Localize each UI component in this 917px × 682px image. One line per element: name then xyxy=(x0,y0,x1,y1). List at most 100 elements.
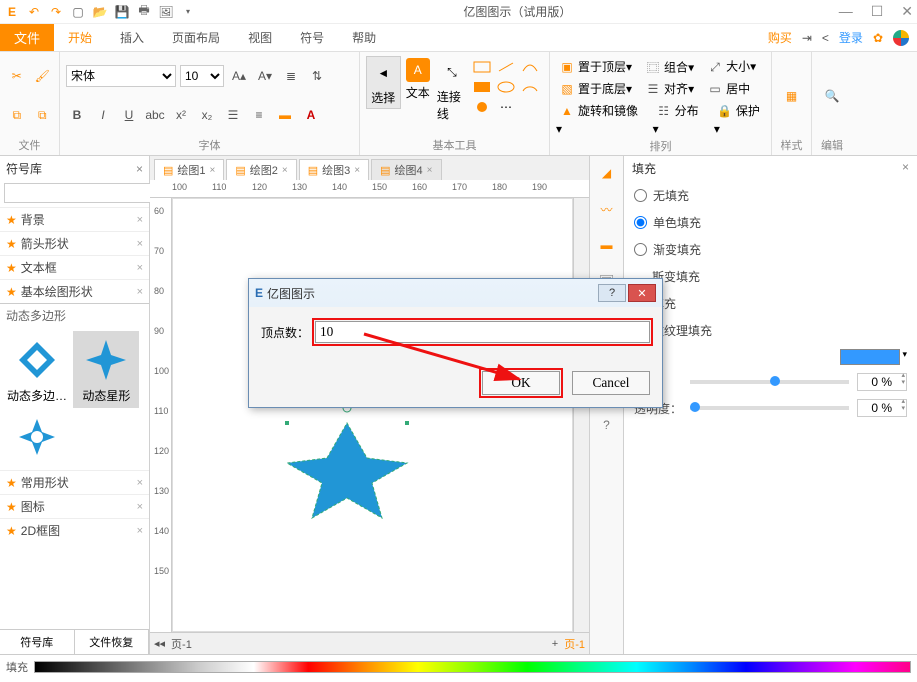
cat-background[interactable]: ★背景× xyxy=(0,207,149,231)
align-icon[interactable]: ☰ xyxy=(222,104,244,126)
scrollbar-vertical[interactable] xyxy=(573,198,589,632)
cat-arrows[interactable]: ★箭头形状× xyxy=(0,231,149,255)
buy-link[interactable]: 购买 xyxy=(768,29,792,46)
page-1-right[interactable]: 页-1 xyxy=(564,636,585,652)
group[interactable]: ⿴组合▾ xyxy=(642,56,694,78)
doctab-4[interactable]: ▤绘图4× xyxy=(371,159,441,180)
tab-view[interactable]: 视图 xyxy=(234,24,286,51)
cut-icon[interactable]: ✂ xyxy=(6,65,28,87)
shape-curve[interactable] xyxy=(519,58,541,76)
file-menu[interactable]: 文件 xyxy=(0,24,54,51)
doctab-close-icon[interactable]: × xyxy=(210,165,216,176)
shape-ellipse[interactable] xyxy=(495,78,517,96)
bold-icon[interactable]: B xyxy=(66,104,88,126)
open-icon[interactable]: 📂 xyxy=(92,4,108,20)
subcat-dynamic-polygon[interactable]: 动态多边形 xyxy=(0,303,149,327)
qat-dropdown-icon[interactable]: ▾ xyxy=(180,4,196,20)
center[interactable]: ▭居中 xyxy=(704,78,750,100)
shape-line[interactable] xyxy=(495,58,517,76)
close-button[interactable]: ✕ xyxy=(901,3,913,20)
tab-symbols[interactable]: 符号 xyxy=(286,24,338,51)
page-add[interactable]: + xyxy=(552,638,558,650)
cat-basic-shapes[interactable]: ★基本绘图形状× xyxy=(0,279,149,303)
shape-arc[interactable] xyxy=(519,78,541,96)
shape-rect-fill[interactable] xyxy=(471,78,493,96)
tab-insert[interactable]: 插入 xyxy=(106,24,158,51)
tab-help[interactable]: 帮助 xyxy=(338,24,390,51)
shape-more[interactable]: ⋯ xyxy=(495,98,517,116)
tab-symbol-lib[interactable]: 符号库 xyxy=(0,630,75,654)
select-tool[interactable]: ◄选择 xyxy=(366,56,401,109)
cancel-button[interactable]: Cancel xyxy=(572,371,650,395)
dialog-help-icon[interactable]: ? xyxy=(598,284,626,302)
bullets-icon[interactable]: ≣ xyxy=(280,65,302,87)
fill-bucket-icon[interactable]: ◢ xyxy=(596,162,618,184)
shape-dynamic-star-hollow[interactable] xyxy=(4,408,70,466)
edit-icon[interactable]: 🔍 xyxy=(818,82,846,110)
redo-icon[interactable]: ↷ xyxy=(48,4,64,20)
send-back[interactable]: ▧置于底层▾ xyxy=(556,78,632,100)
ok-button[interactable]: OK xyxy=(482,371,560,395)
line-spacing-icon[interactable]: ⇅ xyxy=(306,65,328,87)
dialog-close-icon[interactable]: ✕ xyxy=(628,284,656,302)
rotate-mirror[interactable]: ▲旋转和镜像▾ xyxy=(556,100,643,136)
highlight-icon[interactable]: ▬ xyxy=(274,104,296,126)
vertex-input[interactable] xyxy=(315,321,650,343)
decrease-font-icon[interactable]: A▾ xyxy=(254,65,276,87)
bring-front[interactable]: ▣置于顶层▾ xyxy=(556,56,632,78)
preview-icon[interactable]: 🖼 xyxy=(158,4,174,20)
font-color-icon[interactable]: A xyxy=(300,104,322,126)
shape-dynamic-star[interactable]: 动态星形 xyxy=(73,331,139,408)
cat-2d-frame[interactable]: ★2D框图× xyxy=(0,518,149,542)
page-nav-prev[interactable]: ◂◂ xyxy=(154,637,165,650)
font-family-select[interactable]: 宋体 xyxy=(66,65,176,87)
print-icon[interactable]: 🖶 xyxy=(136,4,152,20)
distribute[interactable]: ☷分布▾ xyxy=(653,100,704,136)
valign-icon[interactable]: ≡ xyxy=(248,104,270,126)
line-style-icon[interactable]: 〰 xyxy=(596,198,618,220)
tab-home[interactable]: 开始 xyxy=(54,24,106,51)
maximize-button[interactable]: ☐ xyxy=(871,3,884,20)
panel-close-icon[interactable]: × xyxy=(136,162,143,176)
fill-panel-close-icon[interactable]: × xyxy=(902,160,909,177)
tab-page-layout[interactable]: 页面布局 xyxy=(158,24,234,51)
page-1-left[interactable]: 页-1 xyxy=(171,636,192,652)
superscript-icon[interactable]: x² xyxy=(170,104,192,126)
doctab-3[interactable]: ▤绘图3× xyxy=(299,159,369,180)
subscript-icon[interactable]: x₂ xyxy=(196,104,218,126)
doctab-1[interactable]: ▤绘图1× xyxy=(154,159,224,180)
underline-icon[interactable]: U xyxy=(118,104,140,126)
protect[interactable]: 🔒保护▾ xyxy=(714,100,765,136)
brightness-slider[interactable] xyxy=(690,380,849,384)
cat-icons[interactable]: ★图标× xyxy=(0,494,149,518)
format-painter-icon[interactable]: 🖌 xyxy=(32,65,54,87)
shadow-icon[interactable]: ▬ xyxy=(596,234,618,256)
opt-solid-fill[interactable]: 单色填充 xyxy=(634,214,907,231)
tab-file-recovery[interactable]: 文件恢复 xyxy=(75,630,150,654)
undo-icon[interactable]: ↶ xyxy=(26,4,42,20)
fill-color-swatch[interactable] xyxy=(840,349,900,365)
connector-tool[interactable]: ⤡连接线 xyxy=(435,56,469,124)
color-palette-strip[interactable] xyxy=(34,661,911,673)
align[interactable]: ☰对齐▾ xyxy=(642,78,694,100)
cat-textbox[interactable]: ★文本框× xyxy=(0,255,149,279)
cat-common[interactable]: ★常用形状× xyxy=(0,470,149,494)
text-tool[interactable]: A文本 xyxy=(401,56,435,103)
opacity-value[interactable]: 0 % xyxy=(857,399,907,417)
copy-icon[interactable]: ⧉ xyxy=(6,104,28,126)
share-icon[interactable]: < xyxy=(822,31,829,45)
opacity-slider[interactable] xyxy=(690,406,849,410)
export-icon[interactable]: ⇥ xyxy=(802,31,812,45)
shape-circle-fill[interactable] xyxy=(471,98,493,116)
font-size-select[interactable]: 10 xyxy=(180,65,224,87)
login-link[interactable]: 登录 xyxy=(839,29,863,46)
brightness-value[interactable]: 0 % xyxy=(857,373,907,391)
opt-no-fill[interactable]: 无填充 xyxy=(634,187,907,204)
increase-font-icon[interactable]: A▴ xyxy=(228,65,250,87)
size[interactable]: ⤢大小▾ xyxy=(704,56,756,78)
paste-icon[interactable]: ⧉ xyxy=(32,104,54,126)
new-icon[interactable]: ▢ xyxy=(70,4,86,20)
shape-rect[interactable] xyxy=(471,58,493,76)
italic-icon[interactable]: I xyxy=(92,104,114,126)
opt-gradient-fill[interactable]: 渐变填充 xyxy=(634,241,907,258)
